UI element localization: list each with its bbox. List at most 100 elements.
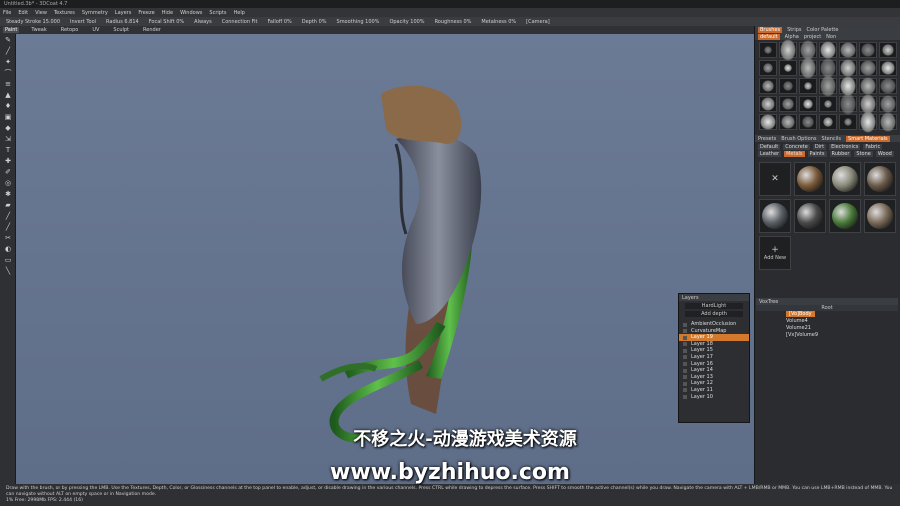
brush-preset[interactable] xyxy=(799,96,817,112)
camera-select[interactable]: [Camera] xyxy=(526,19,550,25)
brush-preset[interactable] xyxy=(839,93,857,115)
smart-material[interactable] xyxy=(829,162,861,196)
brush-preset[interactable] xyxy=(779,114,797,130)
material-chip-electronics[interactable]: Electronics xyxy=(829,144,861,150)
tab-presets[interactable]: Presets xyxy=(758,136,776,142)
menu-item-windows[interactable]: Windows xyxy=(180,10,202,16)
tab-retopo[interactable]: Retopo xyxy=(59,27,81,33)
menu-item-file[interactable]: File xyxy=(3,10,11,16)
tool-icon-17[interactable]: ╱ xyxy=(2,223,14,232)
material-chip-rubber[interactable]: Rubber xyxy=(829,151,852,157)
brush-preset[interactable] xyxy=(819,41,837,59)
brush-preset[interactable] xyxy=(759,96,777,112)
brush-subtab-non[interactable]: Non xyxy=(826,34,836,40)
tool-option-falloff[interactable]: Falloff 0% xyxy=(267,19,291,25)
tool-icon-15[interactable]: ▰ xyxy=(2,201,14,210)
brush-preset[interactable] xyxy=(779,96,797,112)
remove-material-button[interactable]: ✕ xyxy=(759,162,791,196)
tool-icon-14[interactable]: ✱ xyxy=(2,190,14,199)
add-new-material-button[interactable]: + Add New xyxy=(759,236,791,270)
brush-subtab-default[interactable]: default xyxy=(758,33,780,40)
tab-render[interactable]: Render xyxy=(141,27,163,33)
layer-item[interactable]: AmbientOcclusion xyxy=(679,321,749,328)
brush-preset[interactable] xyxy=(819,114,837,130)
tool-icon-2[interactable]: ✦ xyxy=(2,58,14,67)
brush-preset[interactable] xyxy=(879,60,897,76)
material-chip-dirt[interactable]: Dirt xyxy=(812,144,827,150)
tool-icon-19[interactable]: ◐ xyxy=(2,245,14,254)
viewport-scene[interactable] xyxy=(16,34,754,484)
material-chip-leather[interactable]: Leather xyxy=(758,151,782,157)
tab-sculpt[interactable]: Sculpt xyxy=(111,27,131,33)
layer-item[interactable]: Layer 17 xyxy=(679,354,749,361)
menu-item-help[interactable]: Help xyxy=(234,10,245,16)
tool-option-value[interactable]: 15.000 xyxy=(43,19,61,25)
material-chip-stone[interactable]: Stone xyxy=(854,151,873,157)
brush-preset[interactable] xyxy=(879,78,897,94)
tool-option-value[interactable]: 0% xyxy=(284,19,292,25)
brush-preset[interactable] xyxy=(859,94,877,114)
tool-option-opacity[interactable]: Opacity 100% xyxy=(389,19,424,25)
tool-icon-11[interactable]: ✚ xyxy=(2,157,14,166)
layer-item[interactable]: Layer 13 xyxy=(679,374,749,381)
brush-preset[interactable] xyxy=(859,42,877,58)
brush-preset[interactable] xyxy=(779,60,797,76)
menu-item-scripts[interactable]: Scripts xyxy=(209,10,226,16)
tool-icon-18[interactable]: ✂ xyxy=(2,234,14,243)
tool-icon-9[interactable]: ⇲ xyxy=(2,135,14,144)
tab-brushes[interactable]: Brushes xyxy=(758,26,783,33)
brush-preset[interactable] xyxy=(799,78,817,94)
smart-material[interactable] xyxy=(794,199,826,233)
smart-material[interactable] xyxy=(794,162,826,196)
menu-item-hide[interactable]: Hide xyxy=(162,10,173,16)
voxtree-item[interactable]: [Vx]Volume9 xyxy=(756,332,898,339)
tab-stencils[interactable]: Stencils xyxy=(822,136,842,142)
tool-icon-13[interactable]: ◎ xyxy=(2,179,14,188)
brush-preset[interactable] xyxy=(799,114,817,130)
brush-preset[interactable] xyxy=(759,78,777,94)
smart-material[interactable] xyxy=(864,162,896,196)
layer-item[interactable]: Layer 10 xyxy=(679,394,749,401)
tool-icon-21[interactable]: ╲ xyxy=(2,267,14,276)
brush-preset[interactable] xyxy=(759,60,777,76)
creature-model[interactable] xyxy=(319,85,482,443)
layer-item[interactable]: Layer 12 xyxy=(679,380,749,387)
blend-mode-select[interactable]: HardLight xyxy=(685,303,743,309)
tool-option-smoothing[interactable]: Smoothing 100% xyxy=(337,19,380,25)
tool-option-value[interactable]: 0% xyxy=(508,19,516,25)
tool-icon-6[interactable]: ♦ xyxy=(2,102,14,111)
brush-preset[interactable] xyxy=(859,111,877,133)
menu-item-symmetry[interactable]: Symmetry xyxy=(82,10,108,16)
tool-icon-16[interactable]: ╱ xyxy=(2,212,14,221)
brush-preset[interactable] xyxy=(819,96,837,112)
brush-preset[interactable] xyxy=(859,77,877,95)
tab-paint[interactable]: Paint xyxy=(3,27,20,33)
menu-item-edit[interactable]: Edit xyxy=(18,10,28,16)
voxtree-item[interactable]: Volume4 xyxy=(756,318,898,325)
tab-tweak[interactable]: Tweak xyxy=(29,27,48,33)
brush-preset[interactable] xyxy=(859,60,877,76)
tool-icon-1[interactable]: ╱ xyxy=(2,47,14,56)
voxtree-item[interactable]: Volume21 xyxy=(756,325,898,332)
tool-option-radius[interactable]: Radius 6.814 xyxy=(106,19,139,25)
tool-option-depth[interactable]: Depth 0% xyxy=(302,19,327,25)
menu-item-view[interactable]: View xyxy=(35,10,47,16)
tool-option-roughness[interactable]: Roughness 0% xyxy=(435,19,472,25)
tool-option-value[interactable]: 100% xyxy=(410,19,424,25)
layer-item[interactable]: Layer 15 xyxy=(679,347,749,354)
brush-subtab-project[interactable]: project xyxy=(804,34,821,40)
layer-item[interactable]: CurvatureMap xyxy=(679,328,749,335)
tab-brush-options[interactable]: Brush Options xyxy=(781,136,816,142)
menu-item-textures[interactable]: Textures xyxy=(54,10,75,16)
brush-preset[interactable] xyxy=(819,58,837,78)
brush-preset[interactable] xyxy=(839,114,857,130)
brush-preset[interactable] xyxy=(839,42,857,58)
brush-preset[interactable] xyxy=(879,42,897,58)
tab-strips[interactable]: Strips xyxy=(787,27,801,33)
voxtree-item[interactable]: [Vo]Body xyxy=(756,311,898,318)
depth-mode-select[interactable]: Add depth xyxy=(685,311,743,317)
3d-viewport[interactable] xyxy=(16,34,754,484)
brush-preset[interactable] xyxy=(879,95,897,113)
brush-preset[interactable] xyxy=(779,39,797,61)
tool-icon-10[interactable]: T xyxy=(2,146,14,155)
